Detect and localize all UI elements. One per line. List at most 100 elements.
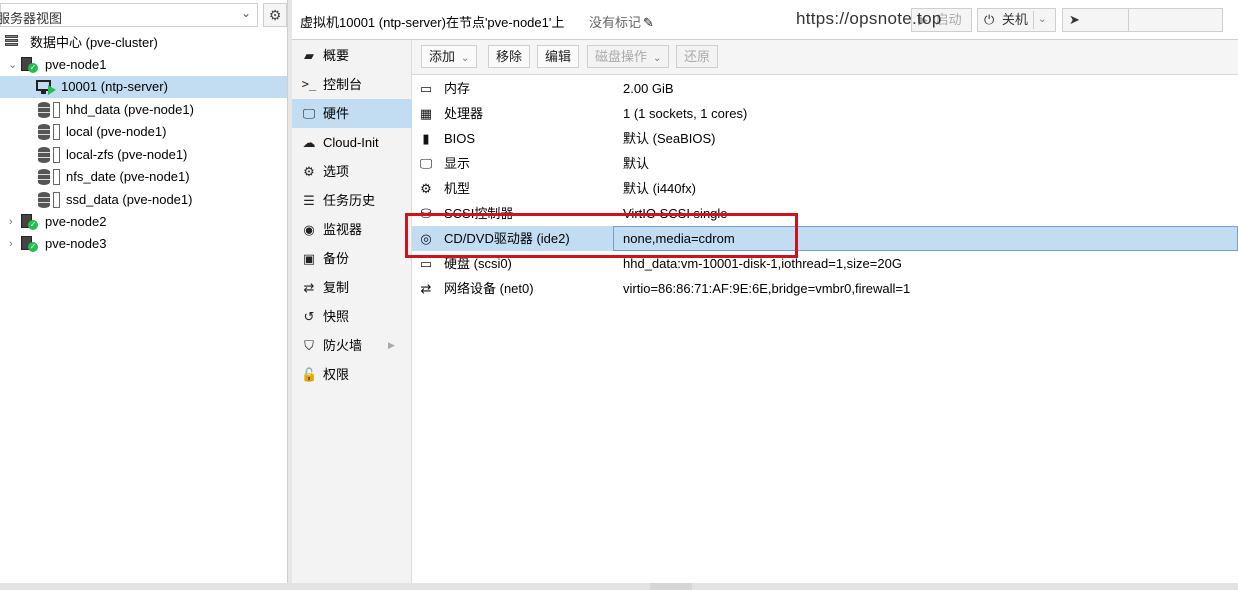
console-label: 控制台 <box>1087 12 1127 27</box>
more-label: 更多 <box>1135 12 1162 27</box>
hardware-key: BIOS <box>444 131 476 146</box>
watermark-text: https://opsnote.top <box>796 9 942 28</box>
menu-item-label: 防火墙 <box>323 338 363 353</box>
add-label: 添加 <box>429 49 456 64</box>
tree-item-pve-node1[interactable]: ⌄ ✓ pve-node1 <box>0 54 287 76</box>
storage-icon <box>38 102 64 118</box>
desktop-icon: 🖵 <box>302 106 316 121</box>
pencil-icon[interactable]: ✎ <box>643 15 654 30</box>
monitor-icon: 🖵 <box>419 156 433 171</box>
tree-item-pve-node3[interactable]: › ✓ pve-node3 <box>0 233 287 255</box>
history-icon: ↺ <box>303 309 315 324</box>
shutdown-button[interactable]: ⏻ 关机 ⌄ <box>977 8 1056 32</box>
menu-item-label: 硬件 <box>323 106 350 121</box>
grid-row-display[interactable]: 🖵 显示 默认 <box>412 151 1238 176</box>
tree-item-storage[interactable]: ssd_data (pve-node1) <box>0 189 287 211</box>
server-icon <box>5 35 20 50</box>
storage-icon <box>38 169 64 185</box>
tree-item-storage[interactable]: nfs_date (pve-node1) <box>0 166 287 188</box>
menu-item-label: 控制台 <box>323 77 363 92</box>
menu-item-label: 快照 <box>323 309 350 324</box>
grid-row-processor[interactable]: ▦ 处理器 1 (1 sockets, 1 cores) <box>412 101 1238 126</box>
tree-item-storage[interactable]: local-zfs (pve-node1) <box>0 144 287 166</box>
grid-row-network[interactable]: ⇄ 网络设备 (net0) virtio=86:86:71:AF:9E:6E,b… <box>412 276 1238 301</box>
bottom-status-bar <box>0 583 1238 590</box>
exchange-icon: ⇄ <box>420 281 432 296</box>
cogs-icon: ⚙ <box>420 181 432 196</box>
menu-item-label: 选项 <box>323 164 350 179</box>
shutdown-label: 关机 <box>1001 12 1028 27</box>
gear-icon: ⚙ <box>303 164 315 179</box>
remove-button[interactable]: 移除 <box>488 45 531 68</box>
node-online-icon: ✓ <box>21 57 38 73</box>
resource-tree-panel: 服务器视图 ⌄ ⚙ 数据中心 (pve-cluster) ⌄ ✓ pve-nod… <box>0 0 288 583</box>
hardware-key: 网络设备 (net0) <box>444 281 534 296</box>
hardware-value: 默认 (i440fx) <box>623 181 696 196</box>
menu-item-task-history[interactable]: ☰ 任务历史 <box>292 186 412 215</box>
revert-button[interactable]: 还原 <box>676 45 719 68</box>
tree-item-datacenter[interactable]: 数据中心 (pve-cluster) <box>0 32 287 54</box>
chevron-down-icon: ⌄ <box>653 53 662 64</box>
menu-item-label: 备份 <box>323 251 350 266</box>
tree-item-storage[interactable]: local (pve-node1) <box>0 121 287 143</box>
menu-item-console[interactable]: >_ 控制台 <box>292 70 412 99</box>
view-selector[interactable]: 服务器视图 ⌄ <box>0 3 258 27</box>
tree-item-label: local (pve-node1) <box>66 124 167 139</box>
menu-item-permissions[interactable]: 🔓 权限 <box>292 360 412 389</box>
disk-action-label: 磁盘操作 <box>595 49 648 64</box>
console-button[interactable]: ➤ 控制台 <box>1062 8 1133 32</box>
menu-item-label: 复制 <box>323 280 350 295</box>
resize-handle[interactable] <box>650 583 692 590</box>
list-icon: ☰ <box>303 193 315 208</box>
expander-icon[interactable]: › <box>9 211 19 233</box>
menu-item-hardware[interactable]: 🖵 硬件 <box>292 99 412 128</box>
chevron-down-icon[interactable]: ⌄ <box>1038 9 1046 31</box>
microchip-icon: ▮ <box>422 131 430 146</box>
hardware-key: 显示 <box>444 156 471 171</box>
menu-item-replication[interactable]: ⇄ 复制 <box>292 273 412 302</box>
book-icon: ▰ <box>304 48 314 63</box>
vm-running-icon <box>36 79 56 95</box>
more-button[interactable]: 更多 <box>1128 8 1223 32</box>
tags-field[interactable]: 没有标记 ✎ <box>589 12 654 31</box>
grid-row-machine[interactable]: ⚙ 机型 默认 (i440fx) <box>412 176 1238 201</box>
revert-label: 还原 <box>684 49 711 64</box>
menu-item-cloud-init[interactable]: ☁ Cloud-Init <box>292 128 412 157</box>
expander-icon[interactable]: › <box>9 233 19 255</box>
node-online-icon: ✓ <box>21 214 38 230</box>
remove-label: 移除 <box>496 49 523 64</box>
tree-item-pve-node2[interactable]: › ✓ pve-node2 <box>0 211 287 233</box>
edit-button[interactable]: 编辑 <box>537 45 580 68</box>
retweet-icon: ⇄ <box>303 280 315 295</box>
annotation-highlight-box <box>405 213 798 258</box>
chevron-down-icon: ⌄ <box>240 6 251 20</box>
hardware-key: 内存 <box>444 81 471 96</box>
floppy-icon: ▣ <box>302 251 316 266</box>
disk-action-button[interactable]: 磁盘操作 ⌄ <box>587 45 670 68</box>
power-icon: ⏻ <box>984 12 995 27</box>
menu-item-monitor[interactable]: ◉ 监视器 <box>292 215 412 244</box>
menu-item-summary[interactable]: ▰ 概要 <box>292 41 412 70</box>
expander-icon[interactable]: ⌄ <box>8 54 18 76</box>
content-panel: 虚拟机10001 (ntp-server)在节点'pve-node1'上 没有标… <box>292 0 1238 583</box>
tree-item-vm-10001[interactable]: 10001 (ntp-server) <box>0 76 287 98</box>
menu-item-backup[interactable]: ▣ 备份 <box>292 244 412 273</box>
gear-icon[interactable]: ⚙ <box>263 3 287 27</box>
menu-item-label: 概要 <box>323 48 350 63</box>
content-header: 虚拟机10001 (ntp-server)在节点'pve-node1'上 没有标… <box>292 0 1238 40</box>
menu-item-options[interactable]: ⚙ 选项 <box>292 157 412 186</box>
grid-row-memory[interactable]: ▭ 内存 2.00 GiB <box>412 76 1238 101</box>
hardware-key: 机型 <box>444 181 471 196</box>
tree-item-label: pve-node1 <box>45 57 107 72</box>
storage-icon <box>38 192 64 208</box>
tree-item-storage[interactable]: hhd_data (pve-node1) <box>0 99 287 121</box>
tree-item-label: 10001 (ntp-server) <box>61 79 168 94</box>
menu-item-snapshot[interactable]: ↺ 快照 <box>292 302 412 331</box>
edit-label: 编辑 <box>545 49 572 64</box>
grid-row-bios[interactable]: ▮ BIOS 默认 (SeaBIOS) <box>412 126 1238 151</box>
menu-item-firewall[interactable]: ⛉ 防火墙 ▶ <box>292 331 412 360</box>
view-selector-value: 服务器视图 <box>0 11 63 26</box>
tree-item-label: ssd_data (pve-node1) <box>66 192 193 207</box>
unlock-icon: 🔓 <box>301 367 318 382</box>
add-button[interactable]: 添加 ⌄ <box>421 45 478 68</box>
